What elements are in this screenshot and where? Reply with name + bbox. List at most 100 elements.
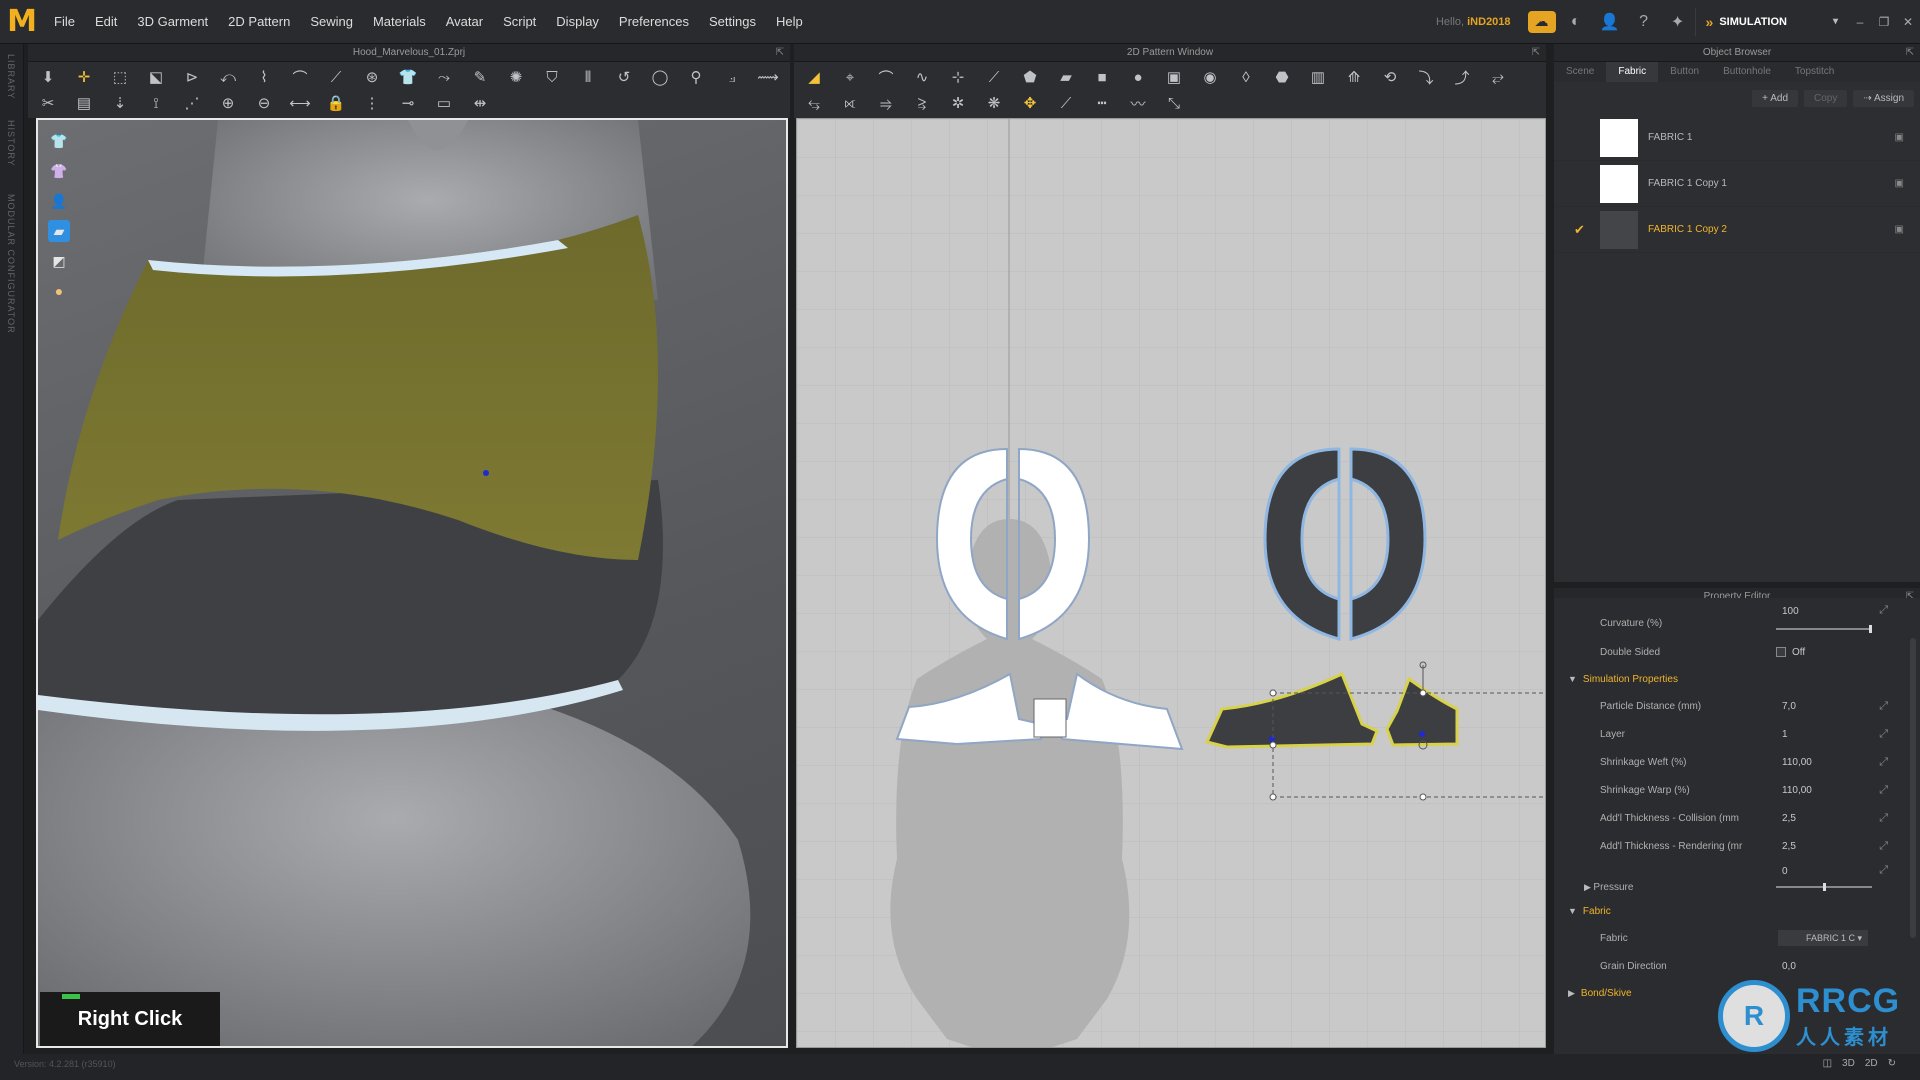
strengthen-icon[interactable]: ⟟ bbox=[142, 92, 170, 114]
fold-arrange-icon[interactable]: ⟖ bbox=[836, 92, 864, 114]
fabric-list-item[interactable]: FABRIC 1 ▣ bbox=[1554, 115, 1920, 161]
menu-materials[interactable]: Materials bbox=[363, 0, 436, 44]
pin-icon[interactable]: ⤢ bbox=[1879, 864, 1888, 877]
pin-icon[interactable]: ⤢ bbox=[1879, 756, 1888, 769]
tab-buttonhole[interactable]: Buttonhole bbox=[1711, 62, 1783, 82]
symmetry-icon[interactable]: ⇹ bbox=[466, 92, 494, 114]
shirt-icon[interactable]: 👕 bbox=[394, 66, 422, 88]
refresh-icon[interactable]: ↻ bbox=[1888, 1058, 1896, 1069]
side-tab-library[interactable]: LIBRARY bbox=[6, 54, 16, 99]
pin-icon[interactable]: ⤢ bbox=[1879, 812, 1888, 825]
puckering-icon[interactable]: ⥤ bbox=[872, 92, 900, 114]
pattern-piece-white-tab[interactable] bbox=[1033, 698, 1067, 738]
edit-pattern-icon[interactable]: ◢ bbox=[800, 66, 828, 88]
pin-icon[interactable]: ⤢ bbox=[1879, 700, 1888, 713]
menu-file[interactable]: File bbox=[44, 0, 85, 44]
select-mesh-icon[interactable]: ⬇ bbox=[34, 66, 62, 88]
copy-fabric-button[interactable]: Copy bbox=[1804, 90, 1848, 107]
brush-icon[interactable]: ✎ bbox=[466, 66, 494, 88]
pin-icon[interactable]: ⊳ bbox=[178, 66, 206, 88]
save-icon[interactable]: ▣ bbox=[1895, 224, 1904, 235]
simulation-mode-selector[interactable]: » SIMULATION ▾ bbox=[1694, 7, 1848, 36]
polygon-icon[interactable]: ⬟ bbox=[1016, 66, 1044, 88]
loop-icon[interactable]: ↺ bbox=[610, 66, 638, 88]
fabric-list-item[interactable]: FABRIC 1 Copy 1 ▣ bbox=[1554, 161, 1920, 207]
lock-icon[interactable]: 🔒 bbox=[322, 92, 350, 114]
split-view-icon[interactable]: ◫ bbox=[1823, 1058, 1832, 1069]
avatar-pose-icon[interactable]: ✦ bbox=[1661, 0, 1695, 44]
measure-icon[interactable]: ⊸ bbox=[394, 92, 422, 114]
garment-render-icon[interactable]: 👚 bbox=[48, 160, 70, 182]
bbox-handle[interactable] bbox=[1419, 793, 1427, 801]
topstitch-icon[interactable]: ⟋ bbox=[322, 66, 350, 88]
tab-topstitch[interactable]: Topstitch bbox=[1783, 62, 1846, 82]
garment-3d-viewport[interactable]: 👕 👚 👤 ▰ ◩ ● Right Click bbox=[36, 118, 788, 1048]
garment-display-icon[interactable]: 👕 bbox=[48, 130, 70, 152]
tab-fabric[interactable]: Fabric bbox=[1606, 62, 1659, 82]
pressure-label[interactable]: ▶ Pressure bbox=[1584, 882, 1633, 893]
slider-knob[interactable] bbox=[1869, 625, 1872, 633]
broadcast-icon[interactable]: ◐ bbox=[1559, 0, 1593, 44]
minimize-icon[interactable]: – bbox=[1848, 15, 1872, 29]
zipper-icon[interactable]: ⋮ bbox=[358, 92, 386, 114]
pin-icon[interactable]: ⤢ bbox=[1879, 784, 1888, 797]
internal-rect-icon[interactable]: ▣ bbox=[1160, 66, 1188, 88]
circle-icon[interactable]: ● bbox=[1124, 66, 1152, 88]
shading-icon[interactable]: ◩ bbox=[48, 250, 70, 272]
arrange-icon[interactable]: ⤳ bbox=[430, 66, 458, 88]
menu-help[interactable]: Help bbox=[766, 0, 813, 44]
user-icon[interactable]: 👤 bbox=[1593, 0, 1627, 44]
pressure-icon[interactable]: ⇣ bbox=[106, 92, 134, 114]
box-select-icon[interactable]: ⬚ bbox=[106, 66, 134, 88]
slash-icon[interactable]: ⟋ bbox=[980, 66, 1008, 88]
shirring-icon[interactable]: ✲ bbox=[944, 92, 972, 114]
assign-fabric-button[interactable]: ⇢ Assign bbox=[1853, 90, 1914, 107]
menu-sewing[interactable]: Sewing bbox=[300, 0, 363, 44]
folder-icon[interactable]: ▰ bbox=[1052, 66, 1080, 88]
menu-2d-pattern[interactable]: 2D Pattern bbox=[218, 0, 300, 44]
walk-icon[interactable]: ⚲ bbox=[682, 66, 710, 88]
view-3d-toggle[interactable]: 3D bbox=[1842, 1058, 1855, 1069]
bbox-handle[interactable] bbox=[1269, 741, 1277, 749]
gather-icon[interactable]: ✺ bbox=[502, 66, 530, 88]
sewing-length-icon[interactable]: ⥃ bbox=[800, 92, 828, 114]
avatar-skin-icon[interactable]: ● bbox=[48, 280, 70, 302]
pin-icon[interactable]: ⤢ bbox=[1879, 840, 1888, 853]
popout-icon[interactable]: ⇱ bbox=[1532, 44, 1540, 62]
curvature-slider[interactable] bbox=[1776, 625, 1872, 633]
bend-icon[interactable]: ⟓ bbox=[718, 66, 746, 88]
pin-2d-icon[interactable]: ✥ bbox=[1016, 92, 1044, 114]
section-fabric[interactable]: ▼ Fabric bbox=[1554, 898, 1920, 924]
layer-icon[interactable]: ▤ bbox=[70, 92, 98, 114]
menu-script[interactable]: Script bbox=[493, 0, 546, 44]
stretch-icon[interactable]: ⟿ bbox=[754, 66, 782, 88]
pressure-slider[interactable] bbox=[1776, 883, 1872, 891]
menu-settings[interactable]: Settings bbox=[699, 0, 766, 44]
bbox-handle[interactable] bbox=[1419, 689, 1427, 697]
curvature-icon[interactable]: ∿ bbox=[908, 66, 936, 88]
cloud-icon[interactable]: ☁ bbox=[1525, 0, 1559, 44]
tuck-icon[interactable]: ⥸ bbox=[908, 92, 936, 114]
button-icon[interactable]: ⊕ bbox=[214, 92, 242, 114]
menu-edit[interactable]: Edit bbox=[85, 0, 127, 44]
segment-sew-icon[interactable]: ⤵ bbox=[1412, 66, 1440, 88]
menu-avatar[interactable]: Avatar bbox=[436, 0, 493, 44]
ruler-icon[interactable]: ⟷ bbox=[286, 92, 314, 114]
rectangle-icon[interactable]: ■ bbox=[1088, 66, 1116, 88]
dart-icon[interactable]: ◊ bbox=[1232, 66, 1260, 88]
fabric-texture-icon[interactable]: ▰ bbox=[48, 220, 70, 242]
pin-icon[interactable]: ⤢ bbox=[1879, 604, 1888, 617]
check-sew-icon[interactable]: ⥂ bbox=[1484, 66, 1512, 88]
internal-circle-icon[interactable]: ◉ bbox=[1196, 66, 1224, 88]
pants-icon[interactable]: ⫴ bbox=[574, 66, 602, 88]
flatten-icon[interactable]: ▭ bbox=[430, 92, 458, 114]
lasso-icon[interactable]: ⬕ bbox=[142, 66, 170, 88]
tab-scene[interactable]: Scene bbox=[1554, 62, 1606, 82]
menu-3d-garment[interactable]: 3D Garment bbox=[127, 0, 218, 44]
elastic-icon[interactable]: ❋ bbox=[980, 92, 1008, 114]
restore-icon[interactable]: ❐ bbox=[1872, 15, 1896, 29]
slider-knob[interactable] bbox=[1822, 883, 1826, 891]
rotate-icon[interactable]: ⟲ bbox=[1376, 66, 1404, 88]
popout-icon[interactable]: ⇱ bbox=[776, 44, 784, 62]
tab-button[interactable]: Button bbox=[1658, 62, 1711, 82]
